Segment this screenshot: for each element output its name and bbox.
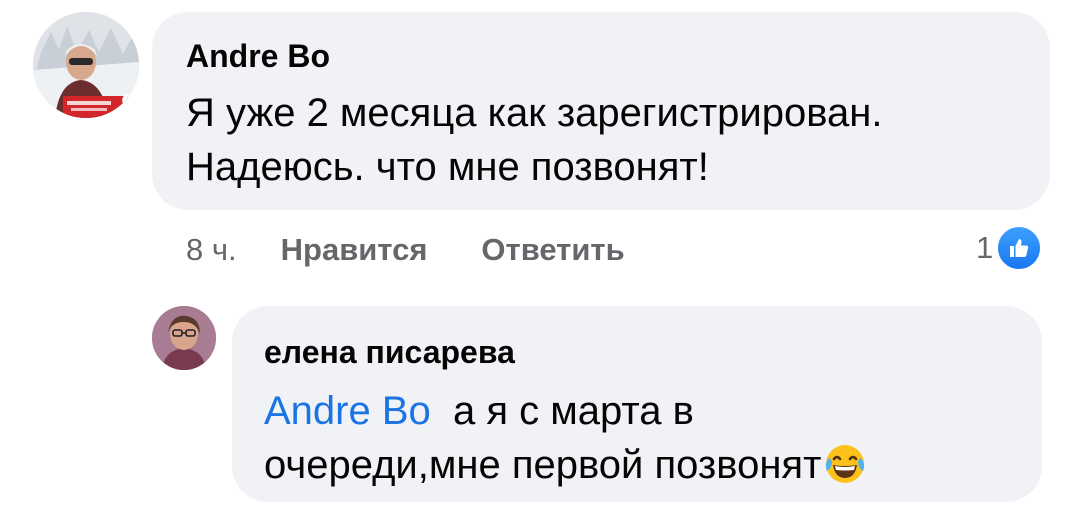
avatar-photo: 9: [33, 12, 139, 118]
reply-author[interactable]: елена писарева: [264, 334, 515, 371]
comment-text: Я уже 2 месяца как зарегистрирован. Наде…: [186, 86, 1026, 194]
reaction-summary[interactable]: 1: [976, 224, 1044, 272]
comment-actions: 8 ч. Нравится Ответить: [186, 230, 625, 270]
comment-text-line: Надеюсь. что мне позвонят!: [186, 145, 709, 189]
comment-thread: 9 Andre Bo Я уже 2 месяца как зарегистри…: [0, 0, 1080, 512]
reply-text: Andre Bo а я с марта в очереди,мне перво…: [264, 384, 1024, 500]
thumbs-up-icon: [995, 224, 1044, 272]
reaction-count: 1: [976, 230, 994, 265]
avatar[interactable]: [152, 306, 216, 370]
reply-button[interactable]: Ответить: [481, 232, 624, 268]
reply-bubble: елена писарева Andre Bo а я с марта в оч…: [232, 306, 1042, 502]
avatar[interactable]: 9: [33, 12, 139, 118]
comment-text-line: Я уже 2 месяца как зарегистрирован.: [186, 91, 883, 135]
svg-text:9: 9: [121, 90, 138, 118]
laughing-tears-emoji-icon: [823, 442, 867, 500]
reply-text-line: очереди,мне первой позвонят: [264, 438, 1024, 500]
reply-text-part: очереди,мне первой позвонят: [264, 443, 822, 487]
comment-timestamp[interactable]: 8 ч.: [186, 232, 237, 268]
reply-text-line: Andre Bo а я с марта в: [264, 384, 1024, 438]
comment-bubble: Andre Bo Я уже 2 месяца как зарегистриро…: [152, 12, 1050, 210]
reply-text-part: а я с марта в: [453, 389, 694, 433]
mention-link[interactable]: Andre Bo: [264, 389, 431, 433]
avatar-photo: [152, 306, 216, 370]
comment-author[interactable]: Andre Bo: [186, 38, 330, 75]
like-button[interactable]: Нравится: [281, 232, 428, 268]
